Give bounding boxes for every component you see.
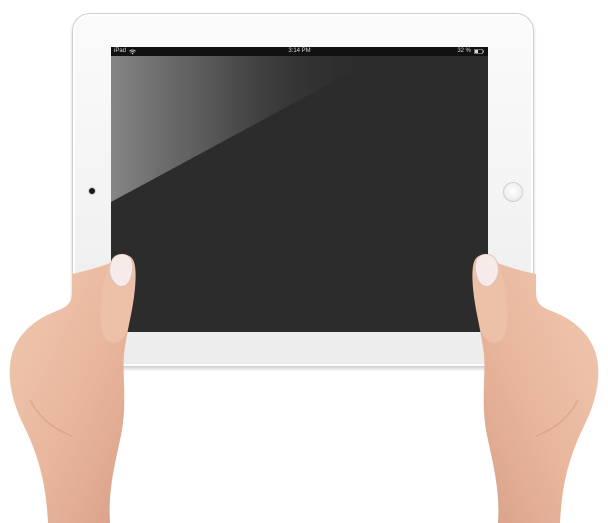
status-time: 3:14 PM bbox=[288, 48, 311, 54]
screen-glare bbox=[111, 56, 381, 202]
home-button[interactable] bbox=[503, 182, 523, 202]
battery-percent: 32 % bbox=[457, 48, 471, 54]
battery-icon bbox=[474, 49, 484, 54]
front-camera bbox=[89, 188, 95, 194]
ipad-screen[interactable]: iPad 3:14 PM 32 % bbox=[111, 47, 488, 332]
right-hand bbox=[472, 253, 599, 523]
status-bar: iPad 3:14 PM 32 % bbox=[111, 47, 488, 56]
left-hand bbox=[9, 253, 136, 523]
photo-scene: iPad 3:14 PM 32 % bbox=[0, 0, 608, 523]
